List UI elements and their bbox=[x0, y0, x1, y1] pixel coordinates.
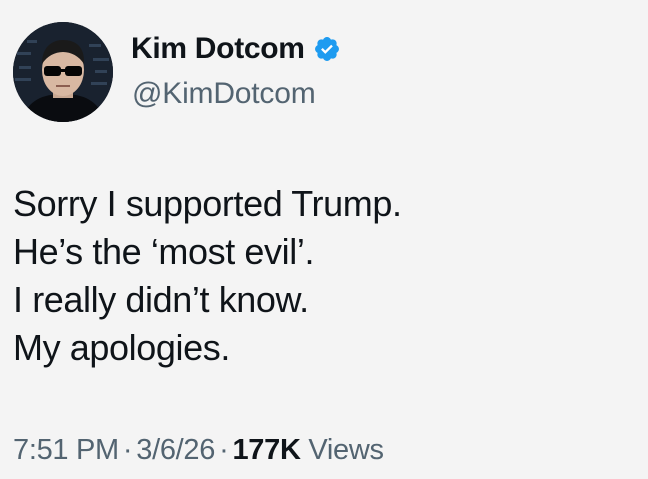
post-text-line: He’s the ‘most evil’. bbox=[13, 231, 315, 272]
views-count: 177K bbox=[232, 434, 301, 466]
verified-badge-icon bbox=[314, 37, 339, 61]
separator-dot: · bbox=[219, 434, 229, 466]
post-text: Sorry I supported Trump. He’s the ‘most … bbox=[13, 180, 402, 372]
post-date[interactable]: 3/6/26 bbox=[136, 434, 215, 466]
post-text-line: My apologies. bbox=[13, 327, 230, 368]
author-display-name[interactable]: Kim Dotcom bbox=[131, 30, 305, 68]
post: Kim Dotcom @KimDotcom Sorry I supported … bbox=[0, 0, 648, 479]
views-label: Views bbox=[308, 434, 384, 466]
post-metadata: 7:51 PM · 3/6/26 · 177K Views bbox=[13, 432, 384, 468]
post-text-line: Sorry I supported Trump. bbox=[13, 183, 402, 224]
post-time[interactable]: 7:51 PM bbox=[13, 434, 119, 466]
avatar[interactable] bbox=[13, 22, 113, 122]
author-name-row: Kim Dotcom bbox=[131, 30, 341, 68]
author-handle[interactable]: @KimDotcom bbox=[132, 76, 316, 112]
post-text-line: I really didn’t know. bbox=[13, 279, 309, 320]
separator-dot: · bbox=[122, 434, 133, 466]
avatar-image bbox=[13, 22, 113, 122]
